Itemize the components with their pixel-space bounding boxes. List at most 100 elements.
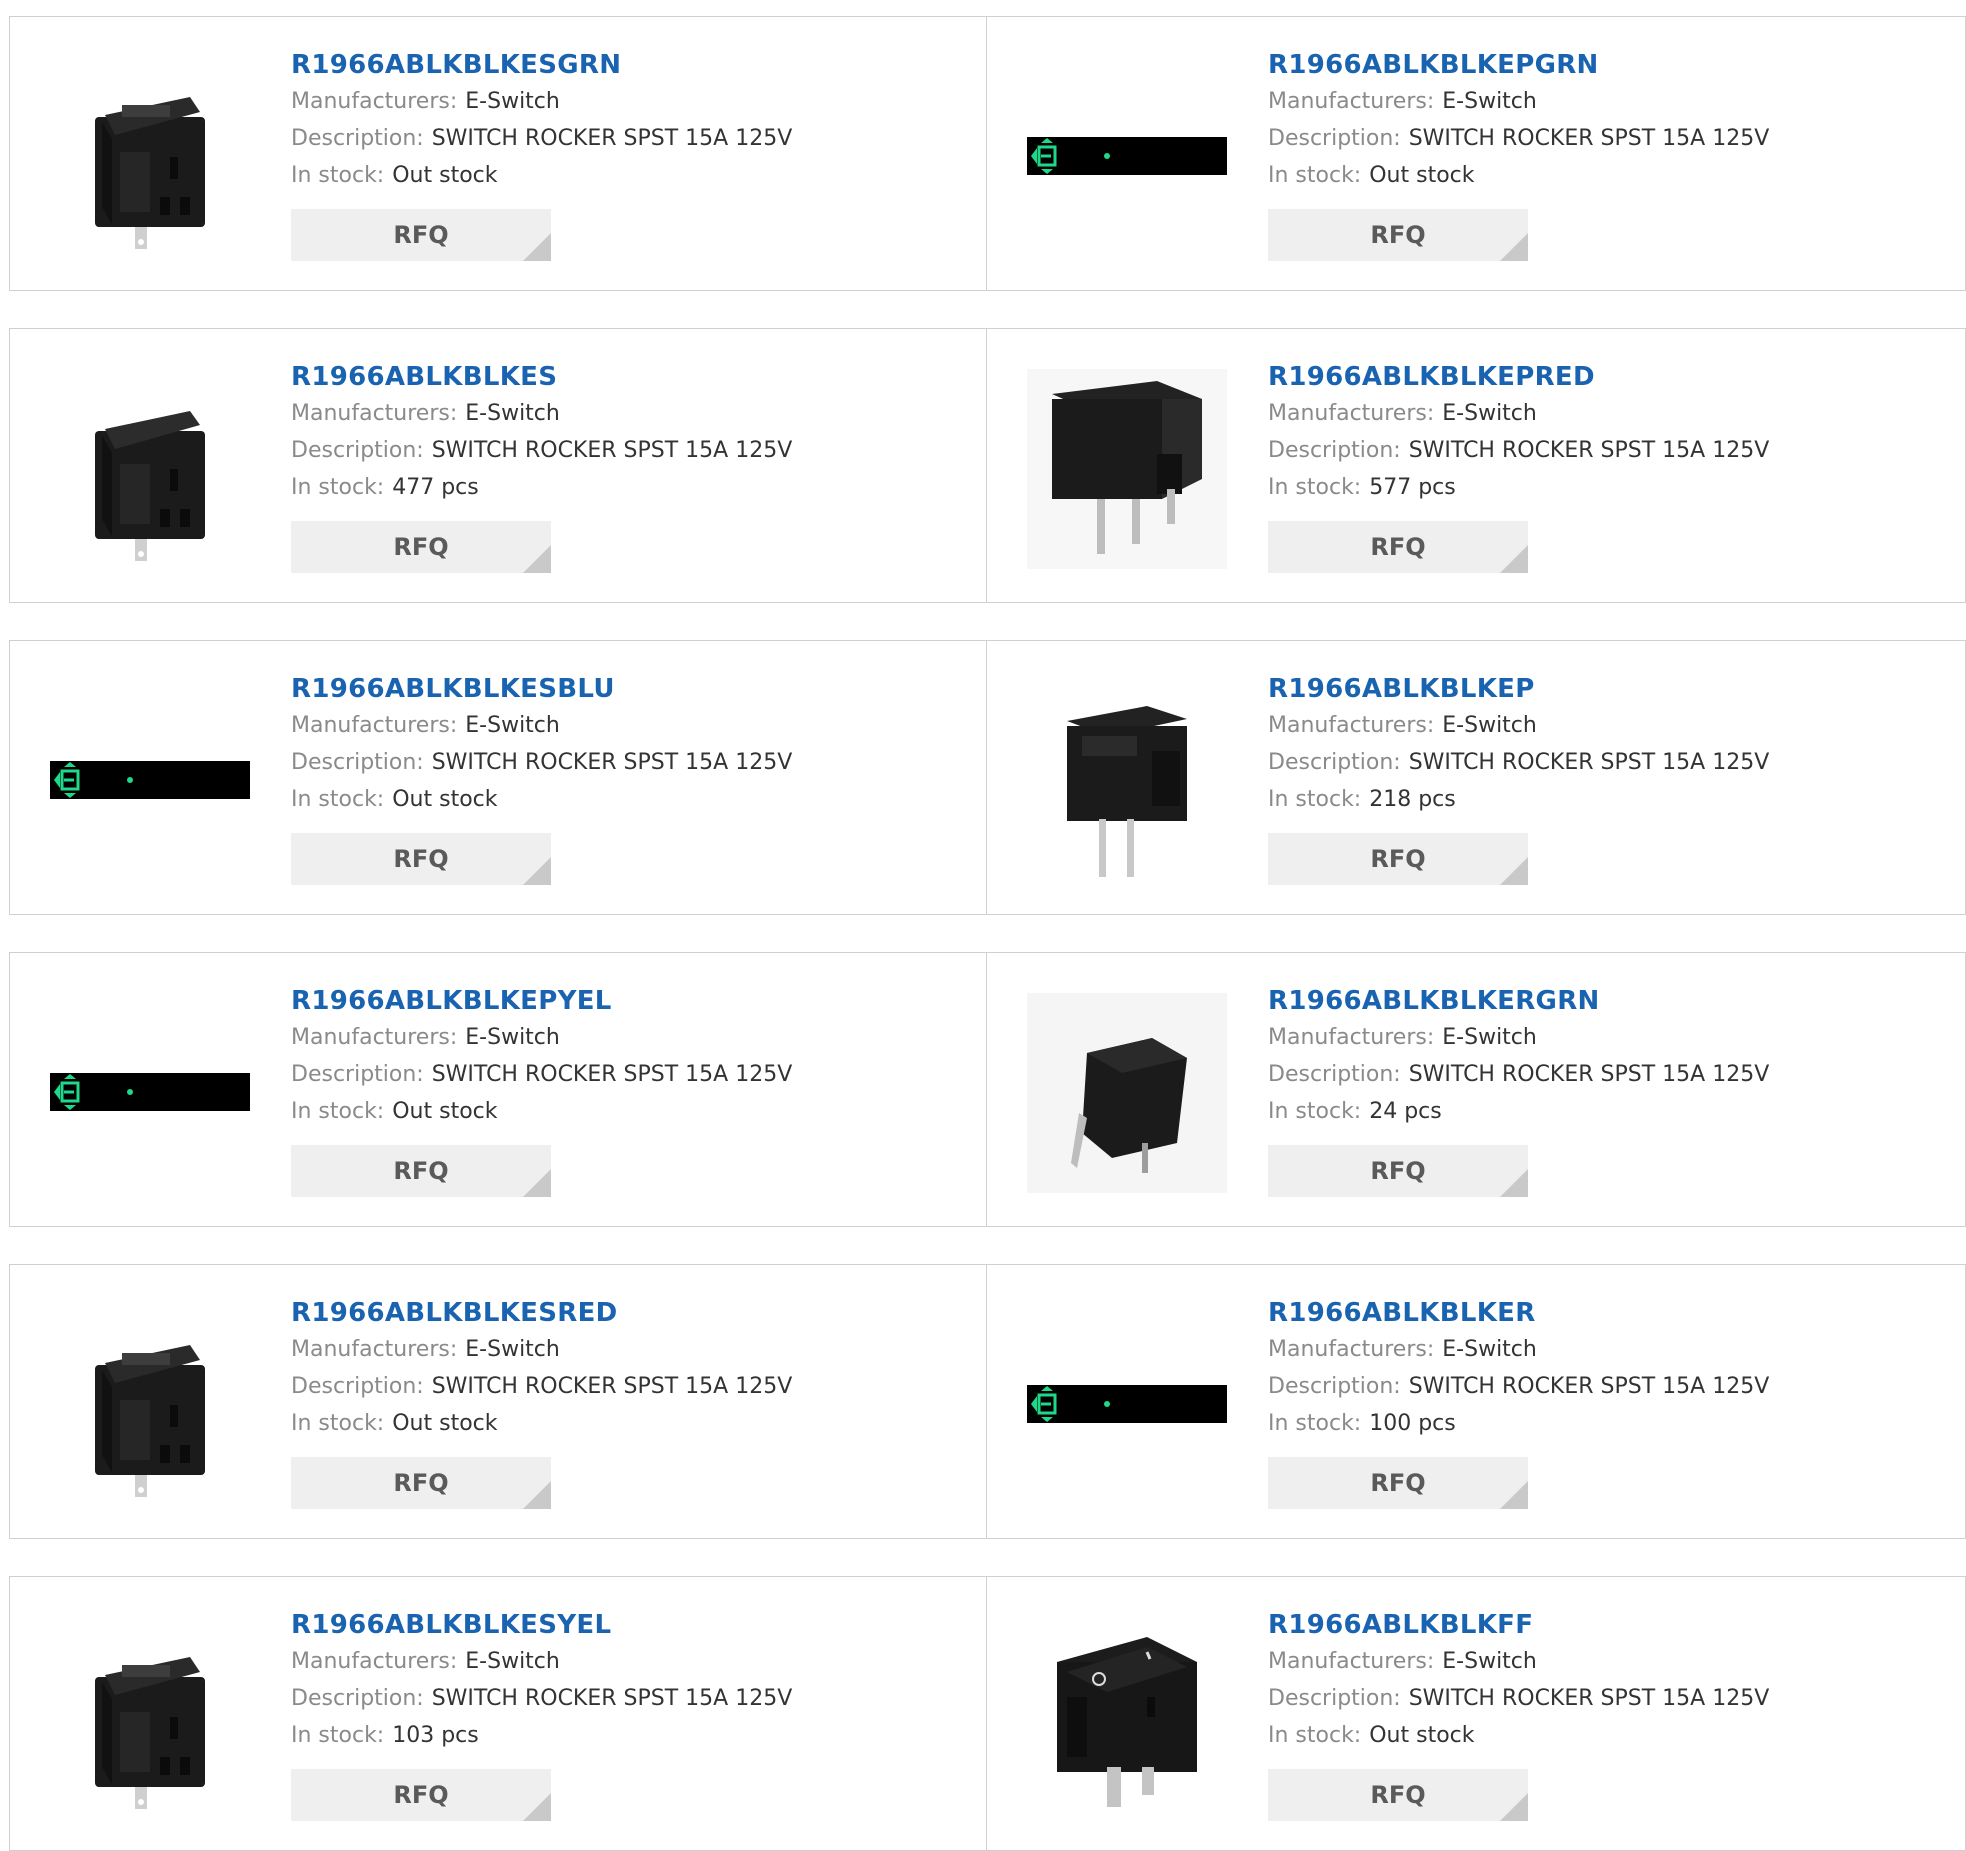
manufacturer-label: Manufacturers: [291,713,458,738]
product-info: R1966ABLKBLKES Manufacturers: E-Switch De… [291,359,792,573]
manufacturer-row: Manufacturers: E-Switch [291,1643,792,1680]
manufacturer-value: E-Switch [465,713,560,738]
manufacturer-value: E-Switch [1442,89,1537,114]
description-label: Description: [1268,1686,1401,1711]
manufacturer-label: Manufacturers: [1268,1337,1435,1362]
stock-value: 24 pcs [1369,1099,1442,1124]
manufacturer-row: Manufacturers: E-Switch [291,1331,792,1368]
rfq-button[interactable]: RFQ [291,209,551,261]
product-info: R1966ABLKBLKESGRN Manufacturers: E-Switch… [291,47,792,261]
manufacturer-row: Manufacturers: E-Switch [1268,83,1769,120]
part-number-link[interactable]: R1966ABLKBLKEPRED [1268,359,1769,395]
rfq-button[interactable]: RFQ [1268,833,1528,885]
description-value: SWITCH ROCKER SPST 15A 125V [431,438,793,463]
description-label: Description: [291,1686,424,1711]
description-label: Description: [1268,126,1401,151]
manufacturer-value: E-Switch [1442,1025,1537,1050]
rfq-button[interactable]: RFQ [291,521,551,573]
part-number-link[interactable]: R1966ABLKBLKESGRN [291,47,792,83]
rocker-switch-lit-icon[interactable] [50,1305,250,1505]
product-card-11: R1966ABLKBLKESYEL Manufacturers: E-Switch… [9,1576,987,1851]
rfq-label: RFQ [1370,533,1426,561]
stock-value: 100 pcs [1369,1411,1456,1436]
description-row: Description: SWITCH ROCKER SPST 15A 125V [1268,432,1769,469]
product-card-1: R1966ABLKBLKESGRN Manufacturers: E-Switch… [9,16,987,291]
stock-row: In stock: 103 pcs [291,1717,792,1754]
part-number-link[interactable]: R1966ABLKBLKESBLU [291,671,792,707]
description-value: SWITCH ROCKER SPST 15A 125V [431,1062,793,1087]
rocker-switch-icon[interactable] [50,369,250,569]
stock-row: In stock: Out stock [291,1405,792,1442]
stock-row: In stock: 477 pcs [291,469,792,506]
rfq-button[interactable]: RFQ [291,1769,551,1821]
rocker-switch-marked-icon[interactable] [1027,1617,1227,1817]
part-number-link[interactable]: R1966ABLKBLKEPYEL [291,983,792,1019]
manufacturer-label: Manufacturers: [291,1025,458,1050]
corner-decoration [1500,1481,1528,1509]
part-number-link[interactable]: R1966ABLKBLKEPGRN [1268,47,1769,83]
rfq-button[interactable]: RFQ [1268,521,1528,573]
rfq-label: RFQ [393,221,449,249]
corner-decoration [1500,857,1528,885]
stock-label: In stock: [1268,163,1362,188]
rocker-switch-pins-icon[interactable] [1027,681,1227,881]
rfq-button[interactable]: RFQ [1268,209,1528,261]
manufacturer-row: Manufacturers: E-Switch [1268,395,1769,432]
stock-value: Out stock [392,163,498,188]
rocker-switch-lit-icon[interactable] [50,1617,250,1817]
description-value: SWITCH ROCKER SPST 15A 125V [1408,126,1770,151]
part-number-link[interactable]: R1966ABLKBLKFF [1268,1607,1769,1643]
part-number-link[interactable]: R1966ABLKBLKESRED [291,1295,792,1331]
manufacturer-row: Manufacturers: E-Switch [1268,707,1769,744]
placeholder-banner-icon[interactable] [1027,57,1227,257]
description-row: Description: SWITCH ROCKER SPST 15A 125V [291,432,792,469]
rfq-label: RFQ [393,845,449,873]
stock-label: In stock: [291,163,385,188]
stock-value: 218 pcs [1369,787,1456,812]
rfq-label: RFQ [1370,1157,1426,1185]
product-card-7: R1966ABLKBLKEPYEL Manufacturers: E-Switch… [9,952,987,1227]
stock-label: In stock: [1268,1099,1362,1124]
placeholder-banner-icon[interactable] [50,993,250,1193]
rfq-button[interactable]: RFQ [291,1457,551,1509]
rfq-label: RFQ [1370,1469,1426,1497]
product-card-9: R1966ABLKBLKESRED Manufacturers: E-Switch… [9,1264,987,1539]
manufacturer-row: Manufacturers: E-Switch [291,395,792,432]
part-number-link[interactable]: R1966ABLKBLKESYEL [291,1607,792,1643]
product-info: R1966ABLKBLKERGRN Manufacturers: E-Switch… [1268,983,1769,1197]
manufacturer-label: Manufacturers: [291,401,458,426]
manufacturer-value: E-Switch [1442,1337,1537,1362]
placeholder-banner-icon[interactable] [50,681,250,881]
product-info: R1966ABLKBLKESRED Manufacturers: E-Switch… [291,1295,792,1509]
description-value: SWITCH ROCKER SPST 15A 125V [431,126,793,151]
rfq-button[interactable]: RFQ [291,833,551,885]
rfq-button[interactable]: RFQ [1268,1457,1528,1509]
description-label: Description: [291,438,424,463]
part-number-link[interactable]: R1966ABLKBLKEP [1268,671,1769,707]
stock-row: In stock: 100 pcs [1268,1405,1769,1442]
stock-value: Out stock [1369,1723,1475,1748]
description-row: Description: SWITCH ROCKER SPST 15A 125V [1268,744,1769,781]
description-label: Description: [291,1374,424,1399]
rfq-button[interactable]: RFQ [291,1145,551,1197]
part-number-link[interactable]: R1966ABLKBLKER [1268,1295,1769,1331]
manufacturer-value: E-Switch [465,89,560,114]
rocker-switch-pcb-icon[interactable] [1027,369,1227,569]
rocker-switch-angled-icon[interactable] [1027,993,1227,1193]
part-number-link[interactable]: R1966ABLKBLKERGRN [1268,983,1769,1019]
placeholder-banner-icon[interactable] [1027,1305,1227,1505]
stock-row: In stock: Out stock [291,1093,792,1130]
product-info: R1966ABLKBLKEP Manufacturers: E-Switch De… [1268,671,1769,885]
stock-row: In stock: Out stock [1268,157,1769,194]
stock-label: In stock: [1268,1411,1362,1436]
rfq-button[interactable]: RFQ [1268,1769,1528,1821]
rfq-button[interactable]: RFQ [1268,1145,1528,1197]
description-value: SWITCH ROCKER SPST 15A 125V [431,750,793,775]
stock-row: In stock: 24 pcs [1268,1093,1769,1130]
manufacturer-label: Manufacturers: [1268,401,1435,426]
part-number-link[interactable]: R1966ABLKBLKES [291,359,792,395]
product-info: R1966ABLKBLKEPGRN Manufacturers: E-Switch… [1268,47,1769,261]
rocker-switch-lit-icon[interactable] [50,57,250,257]
rfq-label: RFQ [393,1157,449,1185]
manufacturer-label: Manufacturers: [1268,1649,1435,1674]
